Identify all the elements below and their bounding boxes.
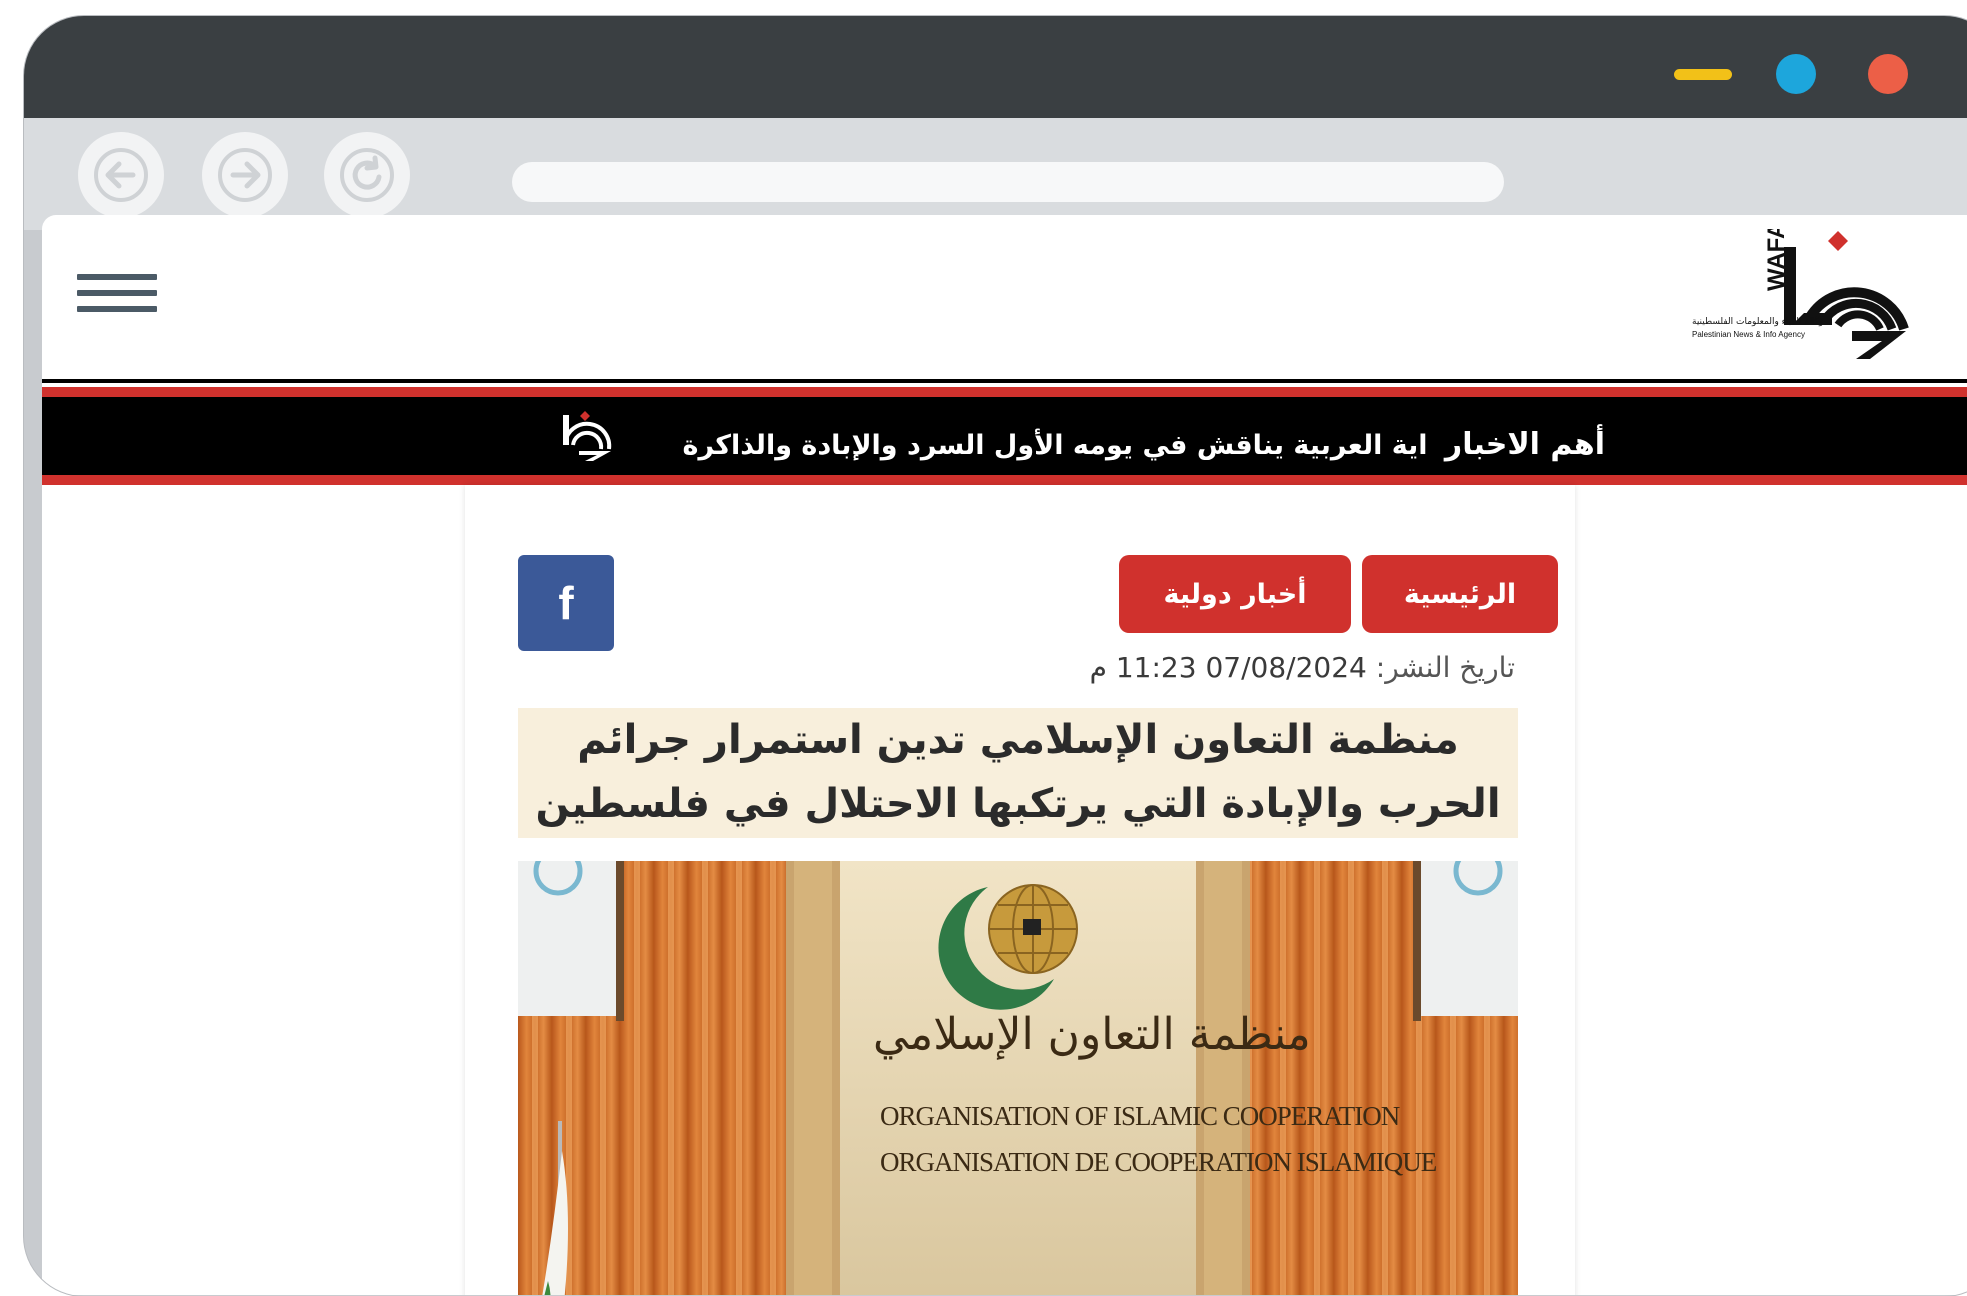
logo-arabic-text: وكالة الأنباء والمعلومات الفلسطينية	[1692, 317, 1824, 327]
header-divider	[42, 379, 1967, 383]
date-value: 07/08/2024 11:23 م	[1089, 651, 1367, 684]
publish-date: تاريخ النشر: 07/08/2024 11:23 م	[1090, 651, 1515, 684]
ticker-red-stripe	[42, 387, 1967, 397]
ticker-text: أهم الاخبار اية العربية يناقش في يومه ال…	[683, 427, 1605, 462]
hamburger-icon-bar	[77, 274, 157, 280]
ticker-headline: اية العربية يناقش في يومه الأول السرد وا…	[682, 430, 1428, 461]
minimize-button[interactable]	[1674, 69, 1732, 80]
back-arrow-icon	[94, 148, 148, 202]
oic-name-arabic: منظمة التعاون الإسلامي	[873, 1009, 1311, 1060]
oic-name-french: ORGANISATION DE COOPERATION ISLAMIQUE	[880, 1147, 1437, 1177]
maximize-button[interactable]	[1776, 54, 1816, 94]
browser-window: WAFA وكالة الأنباء والمعلومات الفلسطينية…	[24, 16, 1967, 1296]
ticker-red-stripe	[42, 475, 1967, 485]
reload-button[interactable]	[324, 132, 410, 218]
breadcrumb-international-news[interactable]: أخبار دولية	[1119, 555, 1351, 633]
wafa-mini-logo-icon	[563, 411, 612, 461]
breadcrumb-home[interactable]: الرئيسية	[1362, 555, 1558, 633]
date-label: تاريخ النشر:	[1375, 651, 1515, 684]
forward-arrow-icon	[218, 148, 272, 202]
article-image[interactable]: منظمة التعاون الإسلامي ORGANISATION OF I…	[518, 861, 1518, 1295]
logo-english-text: Palestinian News & Info Agency	[1692, 330, 1805, 339]
back-button[interactable]	[78, 132, 164, 218]
oic-hall-photo	[518, 861, 1518, 1295]
title-bar	[24, 16, 1967, 118]
article-headline: منظمة التعاون الإسلامي تدين استمرار جرائ…	[518, 708, 1518, 838]
hamburger-icon-bar	[77, 290, 157, 296]
address-bar[interactable]	[512, 162, 1504, 202]
facebook-icon: f	[558, 577, 574, 629]
close-button[interactable]	[1868, 54, 1908, 94]
hamburger-icon-bar	[77, 306, 157, 312]
reload-icon	[340, 148, 394, 202]
forward-button[interactable]	[202, 132, 288, 218]
browser-toolbar	[24, 118, 1967, 230]
facebook-share-button[interactable]: f	[518, 555, 614, 651]
page-viewport: WAFA وكالة الأنباء والمعلومات الفلسطينية…	[42, 215, 1967, 1295]
ticker-heading: أهم الاخبار	[1444, 427, 1605, 462]
article-card: الرئيسية أخبار دولية f تاريخ النشر: 07/0…	[465, 485, 1575, 1295]
menu-button[interactable]	[77, 274, 157, 322]
wafa-logo-icon: WAFA	[1763, 222, 1909, 359]
news-ticker[interactable]: أهم الاخبار اية العربية يناقش في يومه ال…	[42, 387, 1967, 485]
site-logo[interactable]: WAFA وكالة الأنباء والمعلومات الفلسطينية…	[1692, 222, 1922, 364]
oic-name-english: ORGANISATION OF ISLAMIC COOPERATION	[880, 1101, 1400, 1131]
